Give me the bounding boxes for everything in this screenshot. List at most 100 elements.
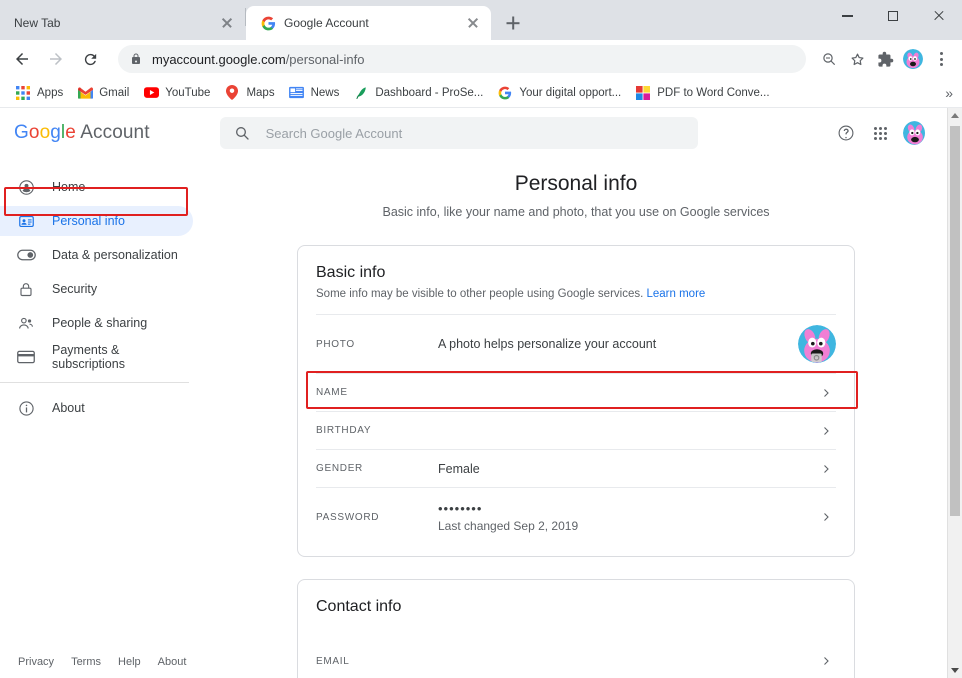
minimize-button[interactable] <box>824 0 870 32</box>
profile-avatar[interactable] <box>900 46 926 72</box>
bookmark-pdf-to-word[interactable]: PDF to Word Conve... <box>628 82 776 104</box>
url-host: myaccount.google.com <box>152 52 286 67</box>
chevron-right-icon[interactable] <box>816 511 836 523</box>
chevron-right-icon[interactable] <box>816 655 836 667</box>
sidebar-item-data-personalization[interactable]: Data & personalization <box>0 240 193 270</box>
row-value: A photo helps personalize your account <box>438 337 798 351</box>
sidebar-item-payments-subscriptions[interactable]: Payments & subscriptions <box>0 342 193 372</box>
bookmark-news[interactable]: News <box>282 82 347 104</box>
bookmark-youtube[interactable]: YouTube <box>136 82 217 104</box>
bookmark-label: Maps <box>246 87 274 99</box>
apps-grid-icon <box>15 85 31 101</box>
sidebar-item-security[interactable]: Security <box>0 274 193 304</box>
row-photo[interactable]: PHOTO A photo helps personalize your acc… <box>316 314 836 373</box>
bookmark-dashboard[interactable]: Dashboard - ProSe... <box>346 82 490 104</box>
row-value-group: •••••••• Last changed Sep 2, 2019 <box>438 501 816 533</box>
card-contact-info: Contact info EMAIL PHONE <box>297 579 855 678</box>
row-gender[interactable]: GENDER Female <box>316 449 836 487</box>
profile-photo[interactable] <box>798 325 836 363</box>
row-label: PASSWORD <box>316 512 438 523</box>
browser-toolbar: myaccount.google.com/personal-info <box>0 40 962 78</box>
bookmark-your-digital-opportunity[interactable]: Your digital opport... <box>490 82 628 104</box>
bookmark-label: Apps <box>37 87 63 99</box>
row-label: BIRTHDAY <box>316 425 438 436</box>
footer-link-help[interactable]: Help <box>118 656 141 668</box>
row-email[interactable]: EMAIL <box>316 642 836 678</box>
footer-link-about[interactable]: About <box>158 656 187 668</box>
scroll-down-arrow-icon[interactable] <box>948 663 962 678</box>
bookmark-label: News <box>311 87 340 99</box>
sidebar-item-label: People & sharing <box>52 316 147 330</box>
tab-new-tab[interactable]: New Tab <box>0 6 245 40</box>
sidebar-item-label: Payments & subscriptions <box>52 343 193 371</box>
account-header-actions <box>835 122 933 144</box>
row-label: GENDER <box>316 463 438 474</box>
bookmark-label: PDF to Word Conve... <box>657 87 769 99</box>
new-tab-button[interactable] <box>499 9 527 37</box>
page-subtitle: Basic info, like your name and photo, th… <box>205 205 947 219</box>
forward-icon[interactable] <box>42 45 70 73</box>
row-birthday[interactable]: BIRTHDAY <box>316 411 836 449</box>
card-description-text: Some info may be visible to other people… <box>316 288 643 300</box>
account-avatar[interactable] <box>903 122 925 144</box>
chevron-right-icon[interactable] <box>816 463 836 475</box>
bookmark-gmail[interactable]: Gmail <box>70 82 136 104</box>
page-body: Home Pe <box>0 158 947 678</box>
row-name[interactable]: NAME <box>316 373 836 411</box>
extensions-puzzle-icon[interactable] <box>872 46 898 72</box>
address-bar[interactable]: myaccount.google.com/personal-info <box>118 45 806 73</box>
bookmarks-overflow-icon[interactable]: » <box>945 85 952 101</box>
search-placeholder: Search Google Account <box>266 126 403 141</box>
chrome-menu-icon[interactable] <box>928 46 954 72</box>
close-icon[interactable] <box>219 15 235 31</box>
maps-pin-icon <box>224 85 240 101</box>
close-window-button[interactable] <box>916 0 962 32</box>
sidebar-item-label: Personal info <box>52 214 125 228</box>
home-person-icon <box>16 177 36 197</box>
tab-title: New Tab <box>14 16 219 30</box>
sidebar-item-personal-info[interactable]: Personal info <box>0 206 193 236</box>
account-header: Google Account Search Google Account <box>0 108 947 158</box>
bookmark-star-icon[interactable] <box>844 46 870 72</box>
learn-more-link[interactable]: Learn more <box>647 288 706 300</box>
sidebar-divider <box>0 382 189 383</box>
google-g-icon <box>497 85 513 101</box>
footer-link-terms[interactable]: Terms <box>71 656 101 668</box>
card-title: Basic info <box>316 246 836 282</box>
youtube-icon <box>143 85 159 101</box>
sidebar-item-home[interactable]: Home <box>0 172 193 202</box>
scrollbar-thumb[interactable] <box>950 126 960 516</box>
url-path: /personal-info <box>286 52 365 67</box>
search-icon <box>234 125 250 141</box>
back-icon[interactable] <box>8 45 36 73</box>
search-input[interactable]: Search Google Account <box>220 117 698 149</box>
main-content: Personal info Basic info, like your name… <box>205 158 947 678</box>
close-icon[interactable] <box>465 15 481 31</box>
tab-google-account[interactable]: Google Account <box>246 6 491 40</box>
row-label: NAME <box>316 387 438 398</box>
scroll-up-arrow-icon[interactable] <box>948 108 962 123</box>
footer-link-privacy[interactable]: Privacy <box>18 656 54 668</box>
sidebar-item-about[interactable]: About <box>0 393 193 423</box>
reload-icon[interactable] <box>76 45 104 73</box>
google-account-logo[interactable]: Google Account <box>14 122 150 144</box>
toggle-switch-icon <box>16 245 36 265</box>
row-password[interactable]: PASSWORD •••••••• Last changed Sep 2, 20… <box>316 487 836 546</box>
logo-product-name: Account <box>80 122 149 143</box>
credit-card-icon <box>16 347 36 367</box>
password-masked: •••••••• <box>438 501 816 516</box>
sidebar-item-people-sharing[interactable]: People & sharing <box>0 308 193 338</box>
zoom-out-icon[interactable] <box>816 46 842 72</box>
chevron-right-icon[interactable] <box>816 425 836 437</box>
maximize-button[interactable] <box>870 0 916 32</box>
page-scrollbar[interactable] <box>947 108 962 678</box>
bookmark-maps[interactable]: Maps <box>217 82 281 104</box>
help-icon[interactable] <box>835 122 857 144</box>
info-icon <box>16 398 36 418</box>
sidebar-item-label: Home <box>52 180 85 194</box>
lock-icon <box>16 279 36 299</box>
chevron-right-icon[interactable] <box>816 387 836 399</box>
lock-icon <box>130 53 142 65</box>
google-apps-grid-icon[interactable] <box>869 122 891 144</box>
bookmark-apps[interactable]: Apps <box>8 82 70 104</box>
